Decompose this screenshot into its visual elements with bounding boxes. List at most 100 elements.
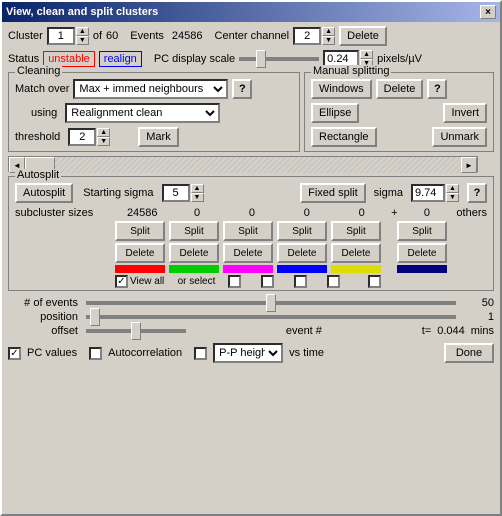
mark-button[interactable]: Mark [138, 127, 178, 147]
view-all-checkbox[interactable]: ✓ [115, 275, 128, 288]
color-bar-1 [169, 265, 219, 273]
sigma-spin-up[interactable]: ▲ [446, 184, 459, 193]
windows-button[interactable]: Windows [311, 79, 372, 99]
delete-button-0[interactable]: Delete [115, 243, 165, 263]
invert-button[interactable]: Invert [443, 103, 487, 123]
cluster-spin-down[interactable]: ▼ [76, 36, 89, 45]
delete-cluster-button[interactable]: Delete [339, 26, 387, 46]
using-select[interactable]: Realignment clean Template clean No clea… [65, 103, 220, 123]
threshold-input[interactable] [68, 128, 96, 146]
threshold-row: threshold ▲ ▼ Mark [15, 127, 293, 147]
split-button-1[interactable]: Split [169, 221, 219, 241]
scale-spin-up[interactable]: ▲ [360, 50, 373, 59]
middle-section: Cleaning Match over Max + immed neighbou… [8, 72, 494, 152]
cluster-input[interactable] [47, 27, 75, 45]
split-button-2[interactable]: Split [223, 221, 273, 241]
position-slider-value: 1 [464, 311, 494, 323]
h-scrollbar: ◄ ► [8, 156, 478, 172]
delete-button-4[interactable]: Delete [331, 243, 381, 263]
select-checkbox-2[interactable] [294, 275, 307, 288]
starting-sigma-spin-buttons: ▲ ▼ [191, 184, 204, 202]
others-label: others [456, 207, 487, 219]
center-channel-spin-up[interactable]: ▲ [322, 27, 335, 36]
center-channel-spin-down[interactable]: ▼ [322, 36, 335, 45]
ellipse-button[interactable]: Ellipse [311, 103, 359, 123]
color-bar-0 [115, 265, 165, 273]
starting-sigma-spin-down[interactable]: ▼ [191, 193, 204, 202]
sigma-spin-down[interactable]: ▼ [446, 193, 459, 202]
color-bar-4 [331, 265, 381, 273]
cluster-spin-buttons: ▲ ▼ [76, 27, 89, 45]
pp-height-checkbox[interactable] [194, 347, 207, 360]
ms-delete-button[interactable]: Delete [376, 79, 424, 99]
split-button-4[interactable]: Split [331, 221, 381, 241]
sigma-label: sigma [374, 187, 403, 199]
ms-help-button[interactable]: ? [427, 79, 447, 99]
cluster-row: Cluster ▲ ▼ of 60 Events 24586 Center ch… [8, 26, 494, 46]
pc-values-checkbox[interactable]: ✓ [8, 347, 21, 360]
autocorrelation-checkbox[interactable] [89, 347, 102, 360]
rectangle-button[interactable]: Rectangle [311, 127, 377, 147]
delete-button-3[interactable]: Delete [277, 243, 327, 263]
center-channel-input[interactable] [293, 27, 321, 45]
select-checkbox-0[interactable] [228, 275, 241, 288]
t-value: 0.044 [437, 325, 465, 337]
threshold-spin-up[interactable]: ▲ [97, 128, 110, 137]
delete-button-2[interactable]: Delete [223, 243, 273, 263]
event-num-label: event # [286, 325, 322, 337]
starting-sigma-spin-up[interactable]: ▲ [191, 184, 204, 193]
select-checkbox-1[interactable] [261, 275, 274, 288]
color-bars-row [15, 265, 487, 273]
done-button[interactable]: Done [444, 343, 494, 363]
pc-display-scale-slider[interactable] [239, 57, 319, 61]
events-value: 24586 [172, 30, 203, 42]
select-checkbox-4[interactable] [368, 275, 381, 288]
fixed-split-button[interactable]: Fixed split [300, 183, 366, 203]
split-button-5[interactable]: Split [397, 221, 447, 241]
pp-height-select[interactable]: P-P height height width [213, 343, 283, 363]
events-label: Events [130, 30, 164, 42]
pp-height-select-container: P-P height height width [213, 343, 283, 363]
pc-values-label: PC values [27, 347, 77, 359]
sliders-section: # of events 50 position 1 offset event #… [8, 297, 494, 337]
threshold-label: threshold [15, 131, 60, 143]
subcluster-val-2: 0 [227, 207, 278, 219]
color-bar-2 [223, 265, 273, 273]
split-button-0[interactable]: Split [115, 221, 165, 241]
pixels-label: pixels/µV [377, 53, 422, 65]
pc-display-scale-label: PC display scale [154, 53, 235, 65]
threshold-spin-down[interactable]: ▼ [97, 137, 110, 146]
cluster-spinbox: ▲ ▼ [47, 27, 89, 45]
select-checkbox-3[interactable] [327, 275, 340, 288]
or-select-label: or select [169, 276, 224, 287]
h-scroll-right-button[interactable]: ► [461, 157, 477, 173]
delete-button-1[interactable]: Delete [169, 243, 219, 263]
events-slider[interactable] [86, 301, 456, 305]
unmark-button[interactable]: Unmark [432, 127, 487, 147]
cleaning-group: Cleaning Match over Max + immed neighbou… [8, 72, 300, 152]
match-over-select[interactable]: Max + immed neighbours Max only All neig… [73, 79, 228, 99]
delete-button-5[interactable]: Delete [397, 243, 447, 263]
subcluster-val-4: 0 [336, 207, 387, 219]
match-over-label: Match over [15, 83, 69, 95]
sigma-input[interactable] [411, 184, 445, 202]
autocorrelation-label: Autocorrelation [108, 347, 182, 359]
h-scroll-area: ◄ ► [8, 156, 494, 172]
split-button-3[interactable]: Split [277, 221, 327, 241]
starting-sigma-input[interactable] [162, 184, 190, 202]
autosplit-help-button[interactable]: ? [467, 183, 487, 203]
windows-row: Windows Delete ? [311, 79, 487, 99]
events-slider-value: 50 [464, 297, 494, 309]
cluster-spin-up[interactable]: ▲ [76, 27, 89, 36]
position-slider[interactable] [86, 315, 456, 319]
cleaning-help-button[interactable]: ? [232, 79, 252, 99]
sigma-spin-buttons: ▲ ▼ [446, 184, 459, 202]
close-button[interactable]: × [480, 5, 496, 19]
realign-badge[interactable]: realign [99, 51, 142, 67]
view-all-row: ✓ View all or select [15, 275, 487, 288]
plus-label: + [391, 207, 397, 219]
position-slider-row: position 1 [8, 311, 494, 323]
h-scroll-track[interactable] [25, 157, 461, 173]
autosplit-button[interactable]: Autosplit [15, 183, 73, 203]
offset-slider[interactable] [86, 329, 186, 333]
